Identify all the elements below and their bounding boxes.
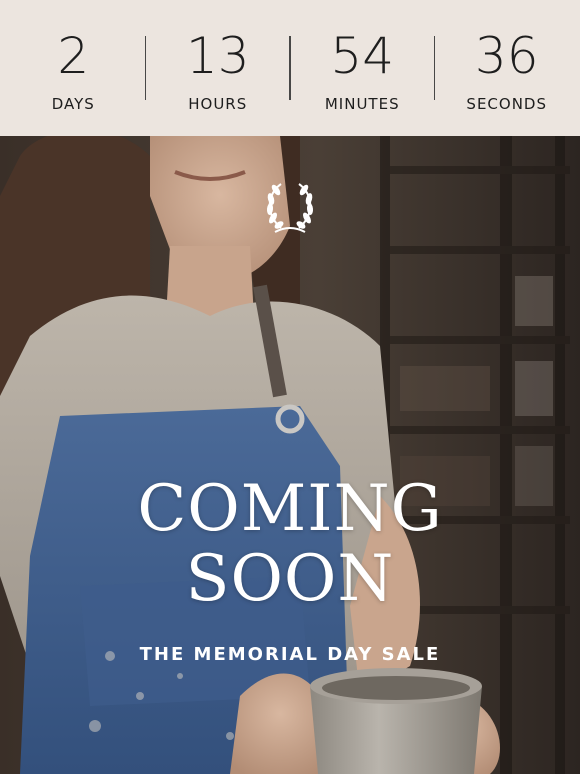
hero-subheadline: THE MEMORIAL DAY SALE bbox=[139, 644, 441, 665]
countdown-divider bbox=[144, 36, 147, 100]
countdown-timer: 2 DAYS 13 HOURS 54 MINUTES 36 SECONDS bbox=[0, 0, 580, 136]
laurel-wreath-icon bbox=[266, 183, 314, 233]
hours-value: 13 bbox=[185, 27, 250, 85]
hero-banner[interactable]: COMING SOON THE MEMORIAL DAY SALE bbox=[0, 136, 580, 774]
headline-line-2: SOON bbox=[185, 542, 395, 616]
days-value: 2 bbox=[57, 27, 90, 85]
headline-line-1: COMING bbox=[137, 472, 443, 546]
days-label: DAYS bbox=[51, 95, 95, 113]
countdown-seconds: 36 SECONDS bbox=[435, 0, 578, 136]
minutes-label: MINUTES bbox=[324, 95, 400, 113]
countdown-divider bbox=[433, 36, 436, 100]
seconds-label: SECONDS bbox=[466, 95, 547, 113]
hero-headline: COMING SOON bbox=[0, 474, 580, 614]
countdown-days: 2 DAYS bbox=[2, 0, 145, 136]
countdown-divider bbox=[289, 36, 291, 100]
seconds-value: 36 bbox=[474, 27, 539, 85]
hours-label: HOURS bbox=[188, 95, 248, 113]
countdown-minutes: 54 MINUTES bbox=[291, 0, 434, 136]
countdown-hours: 13 HOURS bbox=[146, 0, 289, 136]
minutes-value: 54 bbox=[330, 27, 395, 85]
